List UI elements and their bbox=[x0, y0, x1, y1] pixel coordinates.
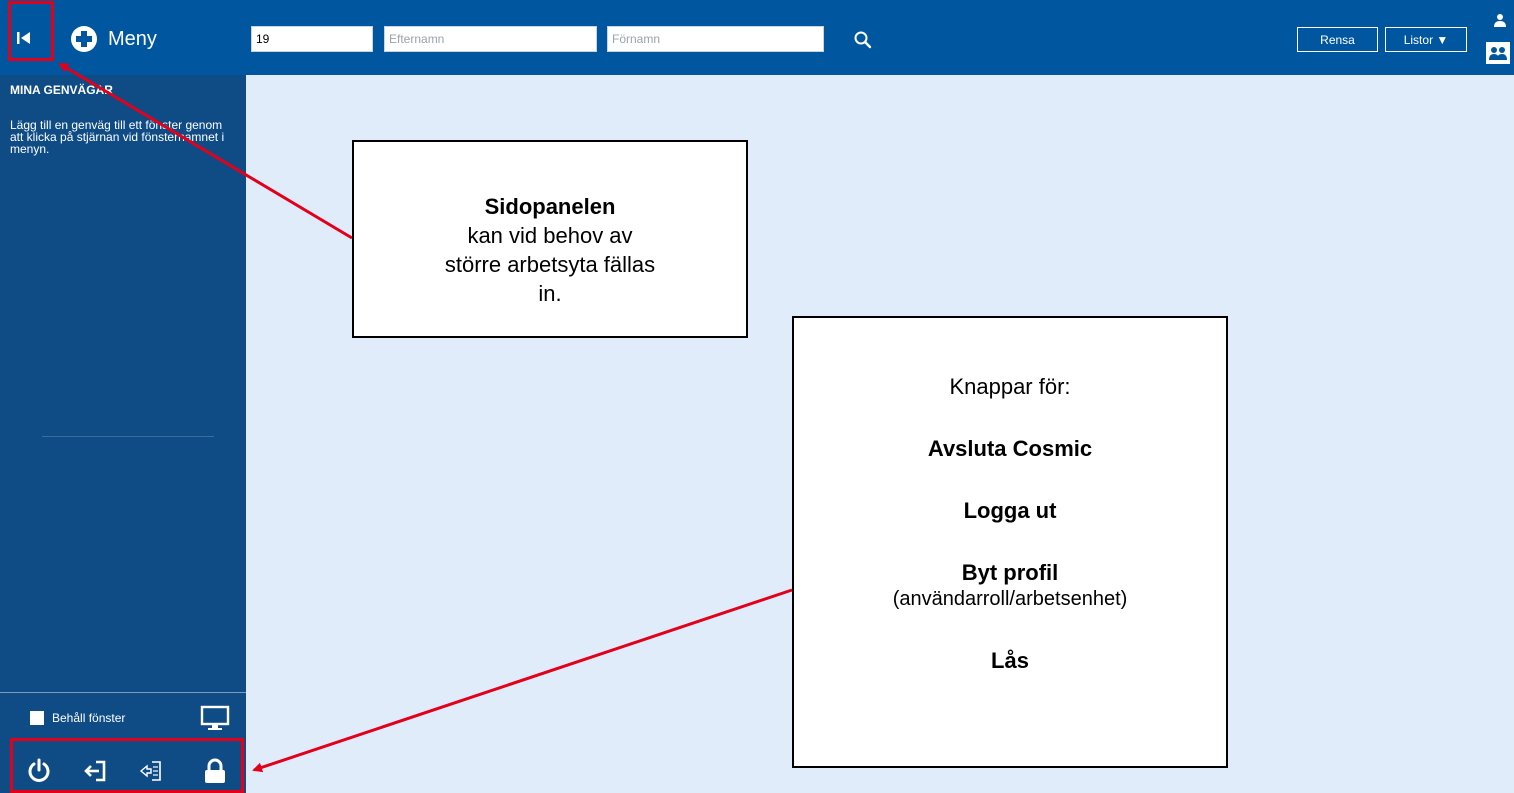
efternamn-input[interactable] bbox=[384, 26, 597, 52]
sidebar: MINA GENVÄGAR Lägg till en genväg till e… bbox=[0, 75, 246, 793]
keep-windows-label: Behåll fönster bbox=[52, 711, 126, 725]
sidebar-divider bbox=[42, 436, 214, 437]
callout-item-logout: Logga ut bbox=[963, 498, 1057, 523]
user-group-icon[interactable] bbox=[1486, 42, 1510, 64]
keep-windows-checkbox[interactable] bbox=[30, 711, 44, 725]
top-bar: Meny Rensa Listor ▼ bbox=[0, 0, 1514, 75]
callout-item-switch-profile: Byt profil bbox=[961, 560, 1059, 585]
callout-item-quit: Avsluta Cosmic bbox=[927, 436, 1093, 461]
shortcuts-help-text: Lägg till en genväg till ett fönster gen… bbox=[10, 118, 225, 156]
user-icon[interactable] bbox=[1494, 13, 1506, 27]
listor-dropdown-button[interactable]: Listor ▼ bbox=[1385, 27, 1467, 52]
sidebar-footer-divider bbox=[0, 692, 246, 693]
listor-label: Listor ▼ bbox=[1403, 32, 1449, 47]
sidepanel-callout: Sidopanelen kan vid behov av större arbe… bbox=[352, 140, 748, 338]
sidepanel-callout-text: kan vid behov av större arbetsyta fällas… bbox=[444, 223, 656, 306]
personnummer-input[interactable] bbox=[251, 26, 373, 52]
callout-item-switch-profile-note: (användarroll/arbetsenhet) bbox=[892, 588, 1128, 610]
buttons-callout-intro: Knappar för: bbox=[949, 374, 1071, 399]
callout-item-lock: Lås bbox=[991, 648, 1029, 673]
rensa-label: Rensa bbox=[1320, 32, 1355, 47]
fornamn-input[interactable] bbox=[607, 26, 824, 52]
shortcuts-title: MINA GENVÄGAR bbox=[10, 83, 113, 97]
search-icon[interactable] bbox=[853, 30, 873, 50]
plus-circle-icon bbox=[71, 26, 97, 52]
menu-button[interactable]: Meny bbox=[70, 24, 157, 54]
menu-label: Meny bbox=[108, 27, 157, 50]
buttons-callout: Knappar för: Avsluta Cosmic Logga ut Byt… bbox=[792, 316, 1228, 768]
monitor-icon[interactable] bbox=[200, 705, 230, 731]
sidepanel-callout-title: Sidopanelen bbox=[484, 194, 616, 219]
rensa-button[interactable]: Rensa bbox=[1297, 27, 1378, 52]
collapse-button-highlight bbox=[8, 1, 54, 61]
keep-windows-toggle[interactable]: Behåll fönster bbox=[30, 711, 125, 725]
action-buttons-highlight bbox=[10, 738, 244, 793]
